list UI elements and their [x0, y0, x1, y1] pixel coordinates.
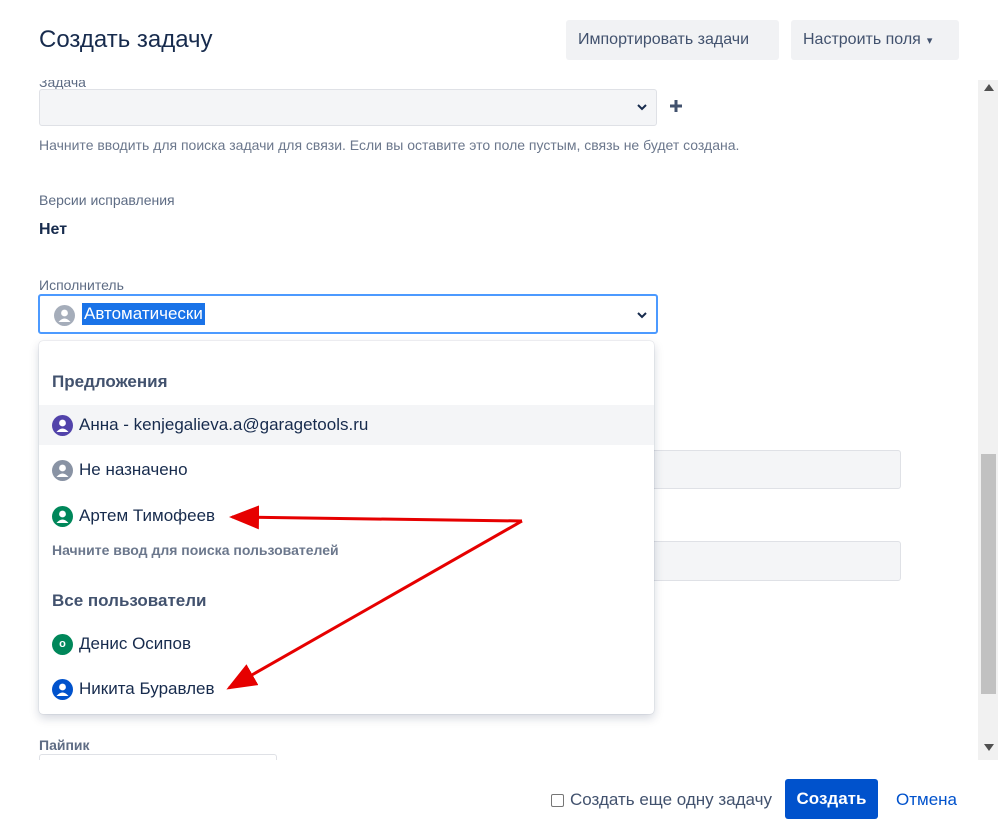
task-help-text: Начните вводить для поиска задачи для св… — [39, 137, 740, 153]
dropdown-option-denis[interactable]: o Денис Осипов — [39, 624, 654, 664]
search-users-hint: Начните ввод для поиска пользователей — [52, 542, 339, 558]
user-avatar-icon — [52, 505, 73, 527]
import-issues-button[interactable]: Импортировать задачи — [566, 20, 779, 60]
option-label: Не назначено — [79, 460, 188, 479]
configure-fields-button[interactable]: Настроить поля ▾ — [791, 20, 959, 60]
configure-fields-label: Настроить поля — [803, 31, 921, 48]
option-label: Никита Буравлев — [79, 679, 215, 698]
create-another-checkbox[interactable]: Создать еще одну задачу — [551, 790, 772, 810]
dropdown-option-nikita[interactable]: Никита Буравлев — [39, 669, 654, 709]
pipik-input[interactable] — [39, 754, 277, 760]
assignee-label: Исполнитель — [39, 277, 124, 293]
user-avatar-icon — [54, 305, 75, 326]
option-label: Денис Осипов — [79, 634, 191, 653]
assignee-dropdown: Предложения Анна - kenjegalieva.a@garage… — [39, 341, 654, 714]
scrollbar-thumb[interactable] — [981, 454, 996, 694]
fix-versions-label: Версии исправления — [39, 192, 175, 208]
form-scroll-area: Задача Начните вводить для поиска задачи… — [0, 80, 978, 760]
option-label: Анна - kenjegalieva.a@garagetools.ru — [79, 415, 369, 434]
dropdown-option-anna[interactable]: Анна - kenjegalieva.a@garagetools.ru — [39, 405, 654, 445]
scroll-down-arrow-icon[interactable] — [984, 744, 994, 751]
fix-versions-value: Нет — [39, 221, 68, 238]
dialog-title: Создать задачу — [39, 26, 213, 53]
scroll-up-arrow-icon[interactable] — [984, 84, 994, 91]
chevron-down-icon: ▾ — [926, 34, 933, 47]
assignee-selected-text[interactable]: Автоматически — [82, 303, 205, 325]
all-users-heading: Все пользователи — [52, 591, 207, 610]
chevron-down-icon — [636, 101, 647, 111]
user-avatar-icon: o — [52, 633, 73, 655]
dropdown-option-unassigned[interactable]: Не назначено — [39, 450, 654, 490]
create-another-label: Создать еще одну задачу — [570, 790, 772, 809]
assignee-select[interactable]: Автоматически — [38, 294, 658, 334]
add-issue-plus-icon[interactable] — [668, 98, 684, 114]
checkbox-icon[interactable] — [551, 793, 564, 807]
cancel-link[interactable]: Отмена — [896, 790, 957, 810]
dropdown-option-artem[interactable]: Артем Тимофеев — [39, 496, 654, 536]
option-label: Артем Тимофеев — [79, 506, 216, 525]
suggestions-heading: Предложения — [52, 372, 168, 391]
user-avatar-icon — [52, 459, 73, 481]
pipik-label: Пайпик — [39, 737, 90, 753]
user-avatar-icon — [52, 414, 73, 436]
task-select[interactable] — [39, 89, 657, 126]
create-button[interactable]: Создать — [785, 779, 878, 819]
import-issues-label: Импортировать задачи — [578, 31, 750, 48]
user-avatar-icon — [52, 678, 73, 700]
chevron-down-icon — [636, 309, 647, 319]
